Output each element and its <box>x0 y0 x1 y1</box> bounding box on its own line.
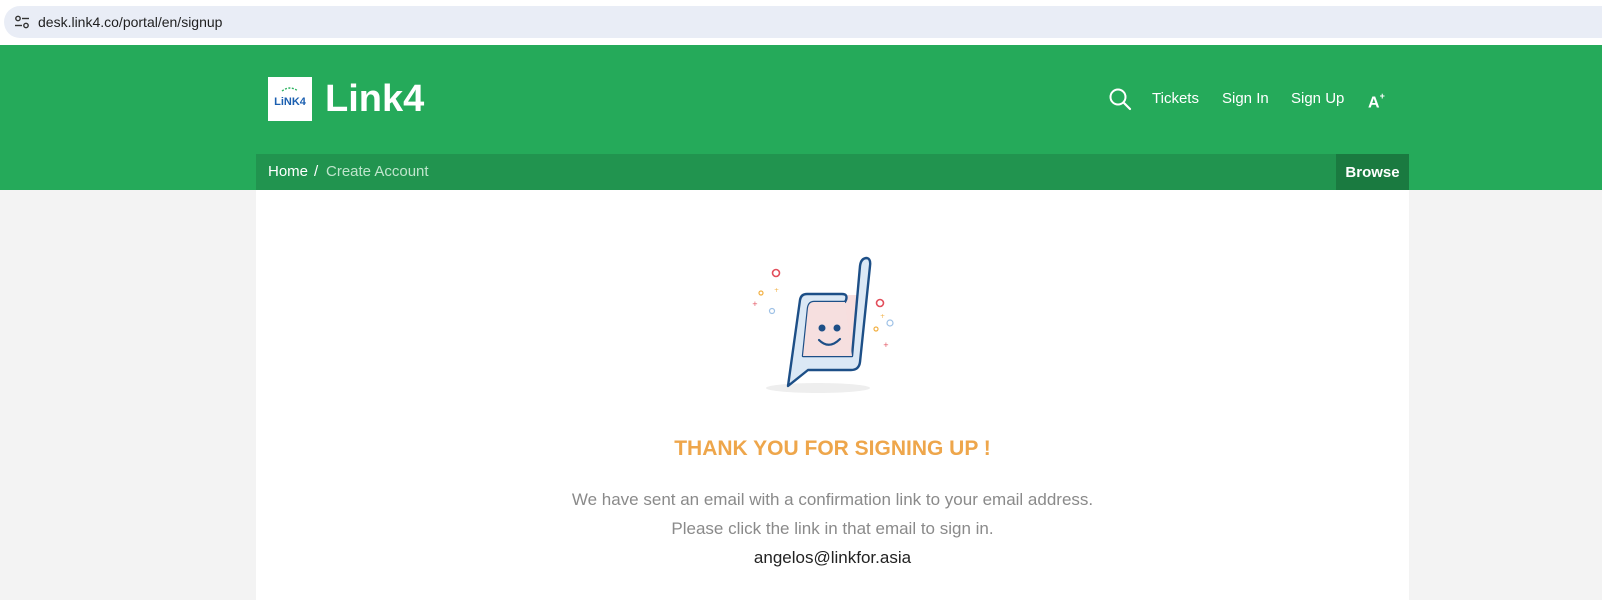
search-icon[interactable] <box>1108 87 1132 111</box>
link4-logo[interactable]: LiNK4 <box>268 77 312 121</box>
svg-text:+: + <box>880 313 885 320</box>
logo-text: LiNK4 <box>274 96 307 108</box>
site-header: LiNK4 Link4 Tickets Sign In Sign Up A+ H… <box>0 45 1602 190</box>
breadcrumb-bar: Home / Create Account Browse <box>256 154 1409 190</box>
url-text: desk.link4.co/portal/en/signup <box>38 14 223 30</box>
nav-sign-in-link[interactable]: Sign In <box>1222 90 1269 108</box>
breadcrumb-separator: / <box>314 163 319 180</box>
breadcrumb-home-link[interactable]: Home <box>268 163 308 181</box>
font-size-icon[interactable]: A+ <box>1368 89 1385 112</box>
font-size-letter: A <box>1368 94 1380 112</box>
registered-email: angelos@linkfor.asia <box>753 548 912 567</box>
confirmation-message-line2: Please click the link in that email to s… <box>671 519 994 538</box>
smiling-chat-bubble-illustration: + + + + <box>752 256 894 393</box>
thank-you-title: THANK YOU FOR SIGNING UP ! <box>674 437 991 460</box>
browse-button[interactable]: Browse <box>1336 154 1409 190</box>
logo-mark: LiNK4 <box>274 87 307 108</box>
svg-text:+: + <box>883 341 889 349</box>
svg-text:+: + <box>752 300 758 308</box>
svg-text:+: + <box>774 287 779 294</box>
url-field[interactable]: desk.link4.co/portal/en/signup <box>4 6 1602 38</box>
brand-name[interactable]: Link4 <box>325 77 424 121</box>
confirmation-message-line1: We have sent an email with a confirmatio… <box>571 490 1094 509</box>
nav-sign-up-link[interactable]: Sign Up <box>1291 90 1344 108</box>
tune-icon[interactable] <box>14 15 30 29</box>
browser-address-bar: desk.link4.co/portal/en/signup <box>0 0 1602 45</box>
breadcrumb-current: Create Account <box>326 163 429 180</box>
nav-tickets-link[interactable]: Tickets <box>1152 90 1199 108</box>
signup-confirmation-card: + + + + THANK YOU FOR SIGNING UP ! We ha… <box>256 190 1409 600</box>
